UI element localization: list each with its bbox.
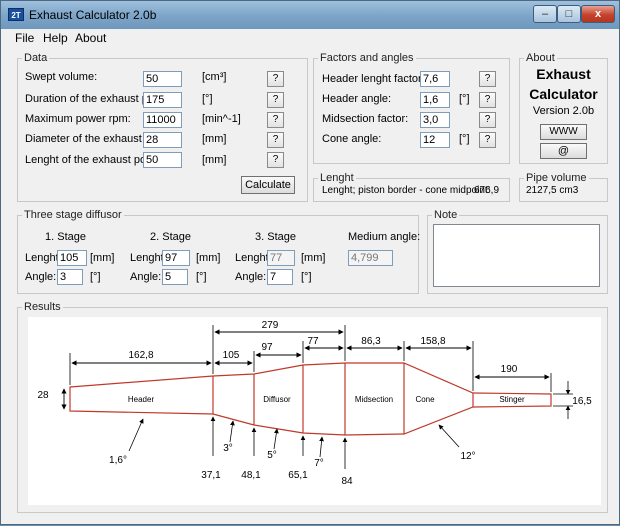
diameter-label-stage1: 37,1 bbox=[201, 470, 221, 481]
section-label-header: Header bbox=[128, 395, 155, 404]
angle-pointers bbox=[128, 418, 460, 458]
dim-cone-length: 158,8 bbox=[420, 336, 445, 347]
section-label-stinger: Stinger bbox=[499, 395, 525, 404]
angle-arrow-stage2 bbox=[273, 428, 279, 450]
dim-midsection-length: 86,3 bbox=[361, 336, 381, 347]
dim-stinger-length: 190 bbox=[501, 364, 518, 375]
diameter-label-stage2: 48,1 bbox=[241, 470, 261, 481]
dim-stage2-length: 97 bbox=[261, 342, 273, 353]
dim-inlet-diameter: 28 bbox=[37, 390, 49, 401]
stinger-diameter-dimension bbox=[553, 381, 573, 419]
dim-diffusor-total-length: 279 bbox=[262, 320, 279, 331]
app-window: 2T Exhaust Calculator 2.0b – □ x File He… bbox=[0, 0, 620, 525]
angle-arrow-stage1 bbox=[229, 420, 235, 443]
section-label-cone: Cone bbox=[415, 395, 435, 404]
section-label-diffusor: Diffusor bbox=[263, 395, 291, 404]
angle-label-stage1: 3° bbox=[223, 443, 233, 454]
angle-label-cone: 12° bbox=[460, 451, 475, 462]
dim-stinger-diameter: 16,5 bbox=[572, 396, 592, 407]
exhaust-diagram: Header Diffusor Midsection Cone Stinger bbox=[37, 320, 592, 487]
dim-stage3-length: 77 bbox=[307, 336, 319, 347]
dim-stage1-length: 105 bbox=[223, 350, 240, 361]
diameter-label-midsection: 84 bbox=[341, 476, 353, 487]
angle-label-header: 1,6° bbox=[109, 455, 127, 466]
section-label-midsection: Midsection bbox=[355, 395, 393, 404]
angle-label-stage2: 5° bbox=[267, 450, 277, 461]
dim-header-length: 162,8 bbox=[128, 350, 153, 361]
diameter-label-stage3: 65,1 bbox=[288, 470, 308, 481]
angle-arrow-stage3 bbox=[319, 436, 324, 458]
angle-arrow-cone bbox=[438, 424, 460, 448]
angle-label-stage3: 7° bbox=[314, 458, 324, 469]
angle-arrow-header bbox=[128, 418, 144, 452]
